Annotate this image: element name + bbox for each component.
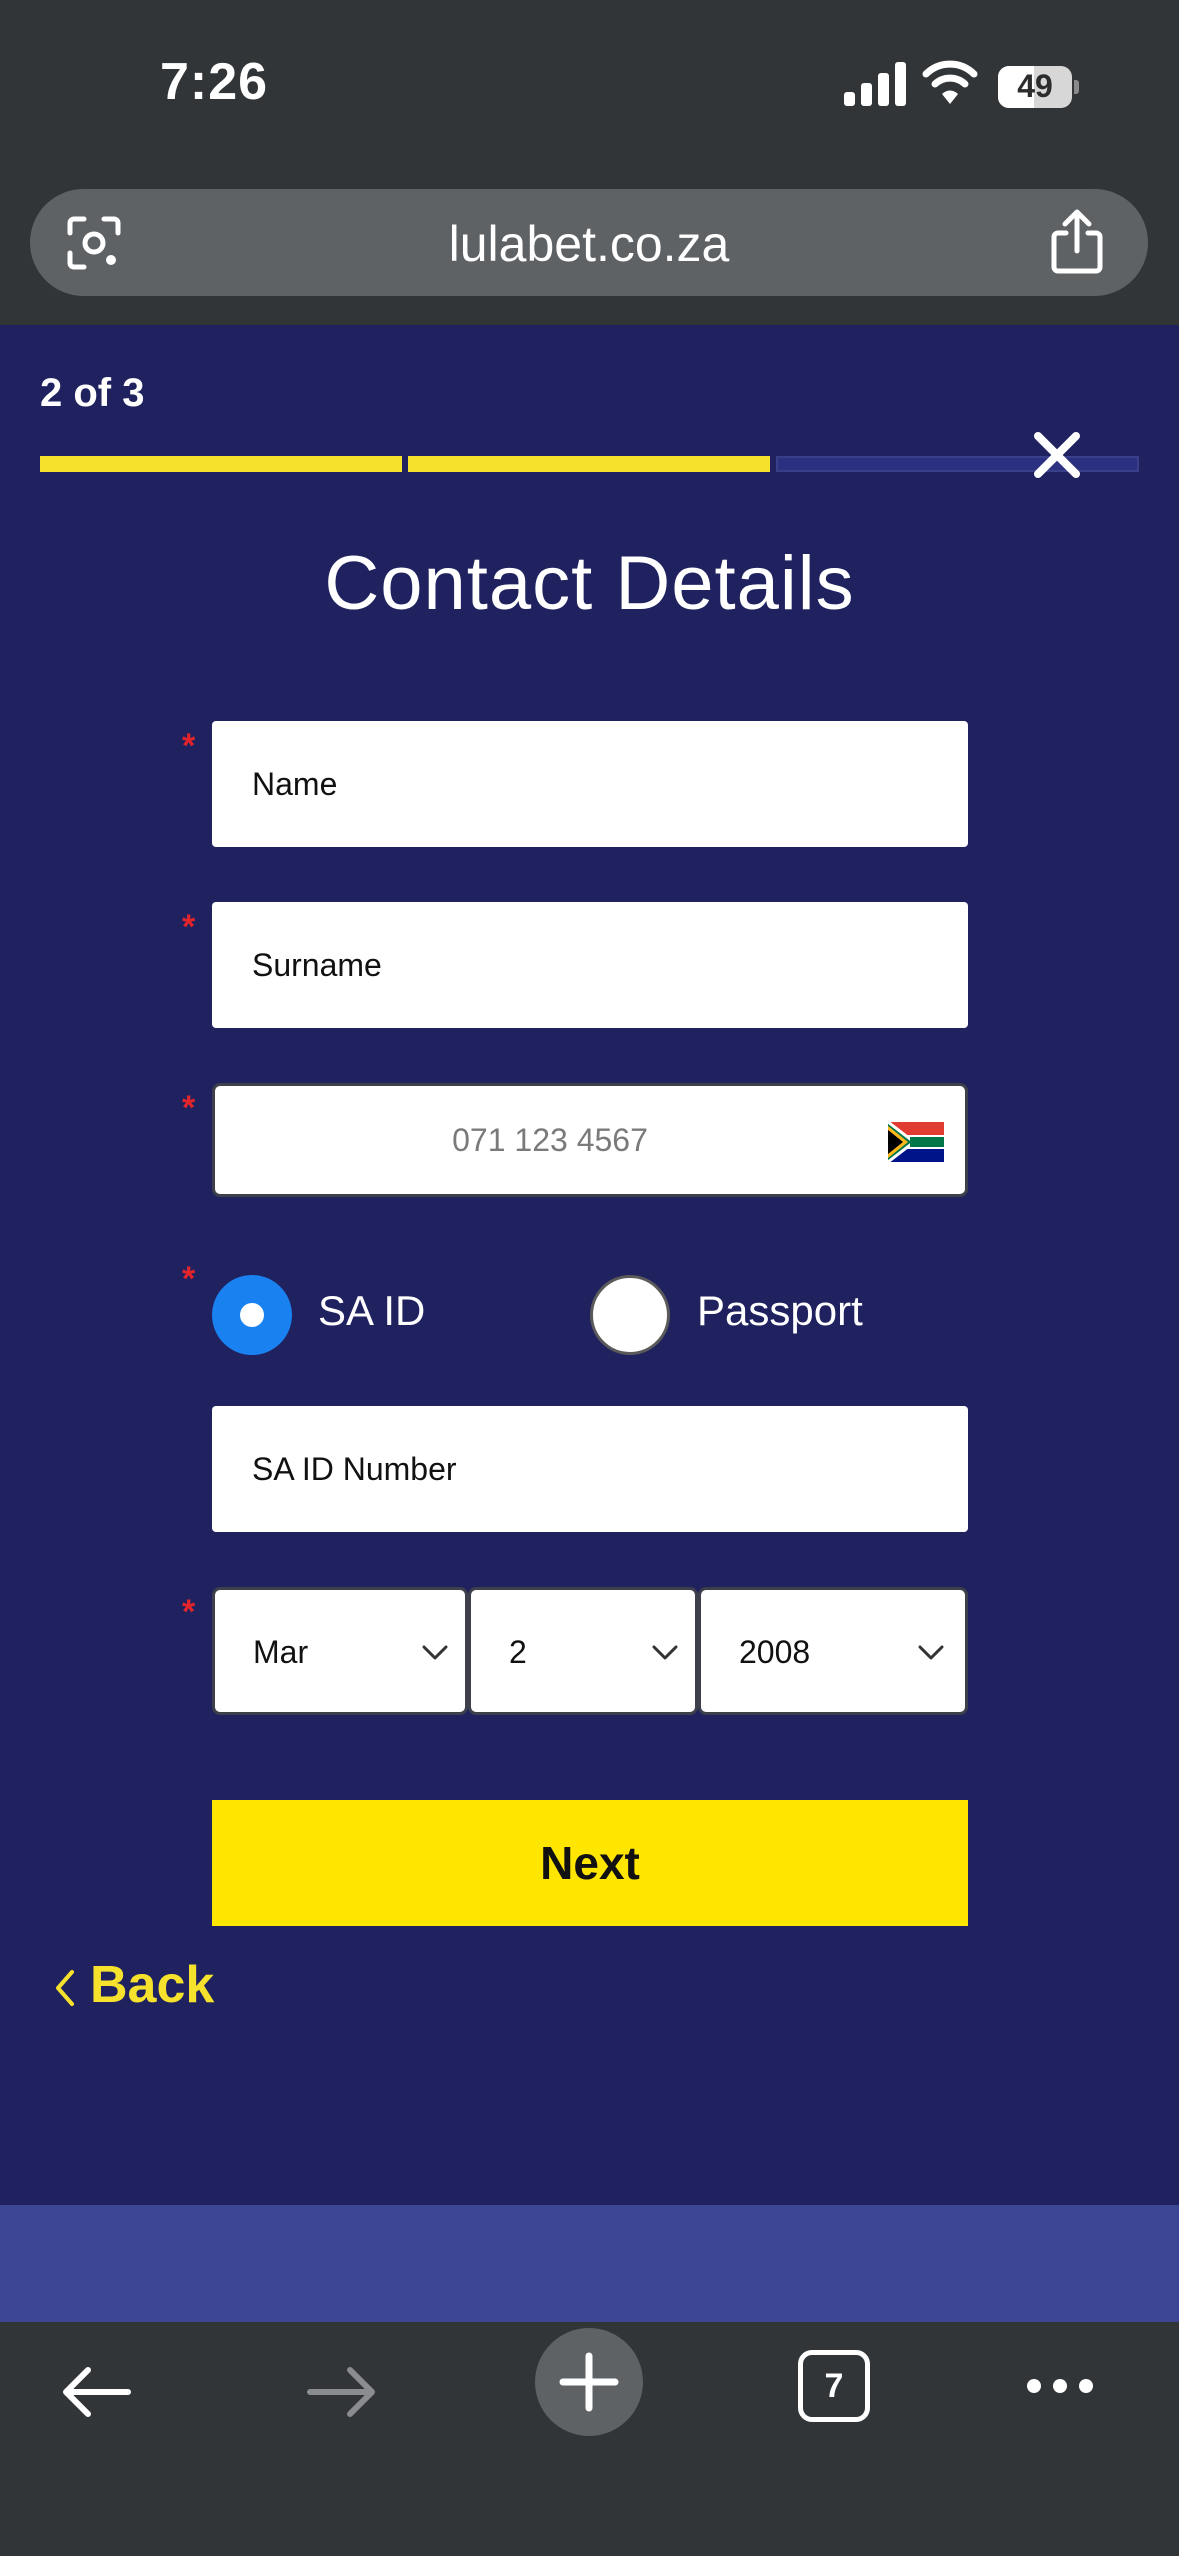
tab-count-button[interactable]: 7 xyxy=(798,2350,870,2422)
new-tab-button[interactable] xyxy=(535,2328,643,2436)
surname-input[interactable] xyxy=(212,902,968,1028)
share-icon[interactable] xyxy=(1048,209,1106,275)
next-button[interactable]: Next xyxy=(212,1800,968,1926)
browser-top-bar: 7:26 49 lulabet.co.za xyxy=(0,0,1179,325)
phone-input[interactable] xyxy=(215,1086,965,1194)
passport-label[interactable]: Passport xyxy=(697,1287,863,1335)
required-asterisk: * xyxy=(182,1260,196,1298)
name-field[interactable] xyxy=(212,721,968,847)
page-title: Contact Details xyxy=(324,541,855,626)
battery-level: 49 xyxy=(1017,68,1053,104)
forward-arrow-icon[interactable] xyxy=(304,2360,380,2424)
chevron-down-icon xyxy=(652,1645,678,1660)
progress-segment-pending xyxy=(776,456,1139,472)
cellular-signal-icon xyxy=(844,62,906,106)
required-asterisk: * xyxy=(182,908,196,946)
dob-day-value: 2 xyxy=(509,1634,527,1670)
status-time: 7:26 xyxy=(160,53,269,111)
name-input[interactable] xyxy=(212,721,968,847)
id-type-radio-group: SA ID Passport xyxy=(212,1275,1012,1359)
dob-month-select[interactable]: Mar xyxy=(212,1587,468,1715)
chevron-left-icon xyxy=(56,1970,74,2007)
page-footer-strip xyxy=(0,2205,1179,2322)
dob-year-value: 2008 xyxy=(739,1634,811,1670)
required-asterisk: * xyxy=(182,727,196,765)
battery-indicator: 49 xyxy=(998,66,1079,108)
id-number-input[interactable] xyxy=(212,1406,968,1532)
step-progress-bar xyxy=(40,456,1139,472)
dob-month-value: Mar xyxy=(253,1634,309,1670)
required-asterisk: * xyxy=(182,1089,196,1127)
chevron-down-icon xyxy=(918,1645,944,1660)
sa-id-radio[interactable] xyxy=(212,1275,292,1355)
chevron-down-icon xyxy=(422,1645,448,1660)
surname-field[interactable] xyxy=(212,902,968,1028)
progress-segment-complete xyxy=(408,456,770,472)
id-number-field[interactable] xyxy=(212,1406,968,1532)
plus-icon xyxy=(559,2352,619,2412)
wifi-icon xyxy=(922,60,978,104)
step-indicator: 2 of 3 xyxy=(40,371,145,415)
passport-radio[interactable] xyxy=(590,1275,670,1355)
dob-year-select[interactable]: 2008 xyxy=(698,1587,968,1715)
more-options-icon[interactable] xyxy=(1024,2376,1096,2396)
url-text[interactable]: lulabet.co.za xyxy=(30,215,1148,273)
address-bar[interactable]: lulabet.co.za xyxy=(30,189,1148,296)
required-asterisk: * xyxy=(182,1593,196,1631)
back-link[interactable]: Back xyxy=(54,1955,214,2015)
south-africa-flag-icon xyxy=(888,1122,944,1162)
close-icon[interactable] xyxy=(1030,428,1084,482)
sa-id-label[interactable]: SA ID xyxy=(318,1287,425,1335)
registration-page: 2 of 3 Contact Details * * * * xyxy=(0,325,1179,2205)
dob-day-select[interactable]: 2 xyxy=(468,1587,698,1715)
phone-field[interactable] xyxy=(212,1083,968,1197)
browser-bottom-bar: 7 xyxy=(0,2322,1179,2556)
back-label: Back xyxy=(90,1956,215,2014)
back-arrow-icon[interactable] xyxy=(58,2360,134,2424)
progress-segment-complete xyxy=(40,456,402,472)
date-of-birth: Mar 2 2008 xyxy=(212,1587,968,1715)
